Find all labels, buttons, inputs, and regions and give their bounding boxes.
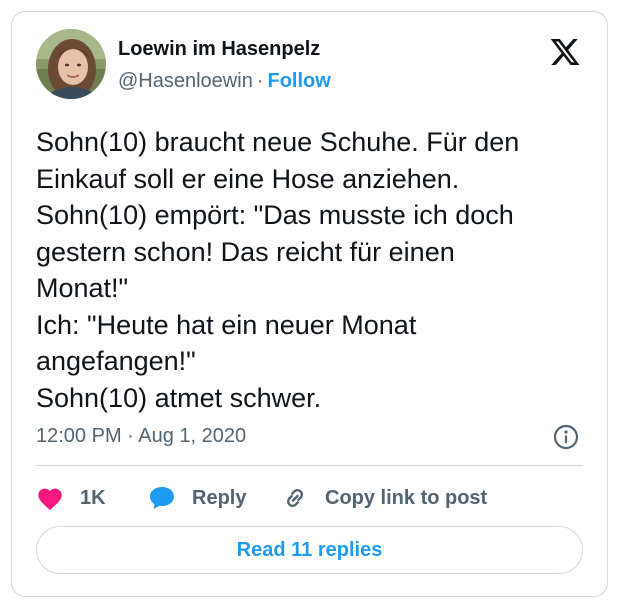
avatar[interactable]	[36, 29, 106, 99]
like-count: 1K	[80, 486, 106, 509]
handle-separator: ·	[256, 70, 264, 92]
author-name[interactable]: Loewin im Hasenpelz	[118, 38, 320, 61]
reply-button[interactable]: Reply	[148, 485, 281, 511]
speech-bubble-icon	[148, 485, 176, 511]
reply-label: Reply	[192, 486, 247, 509]
handle-row: @Hasenloewin · Follow	[118, 70, 331, 93]
action-bar: 1K Reply Copy link to post	[36, 482, 487, 514]
copy-link-button[interactable]: Copy link to post	[281, 484, 487, 512]
tweet-card: Loewin im Hasenpelz @Hasenloewin · Follow …	[11, 11, 608, 597]
copy-link-label: Copy link to post	[325, 486, 488, 509]
heart-icon	[36, 485, 64, 511]
tweet-timestamp[interactable]: 12:00 PM · Aug 1, 2020	[36, 425, 246, 448]
tweet-text: Sohn(10) braucht neue Schuhe. Für den Ei…	[36, 127, 520, 413]
author-handle[interactable]: @Hasenloewin	[118, 70, 253, 92]
info-icon[interactable]	[553, 424, 579, 450]
avatar-image	[36, 29, 106, 99]
x-logo-icon[interactable]	[549, 36, 581, 68]
divider	[36, 465, 583, 466]
link-icon	[281, 484, 309, 512]
like-button[interactable]: 1K	[36, 485, 148, 511]
read-replies-button[interactable]: Read 11 replies	[36, 526, 583, 574]
follow-link[interactable]: Follow	[268, 70, 331, 92]
